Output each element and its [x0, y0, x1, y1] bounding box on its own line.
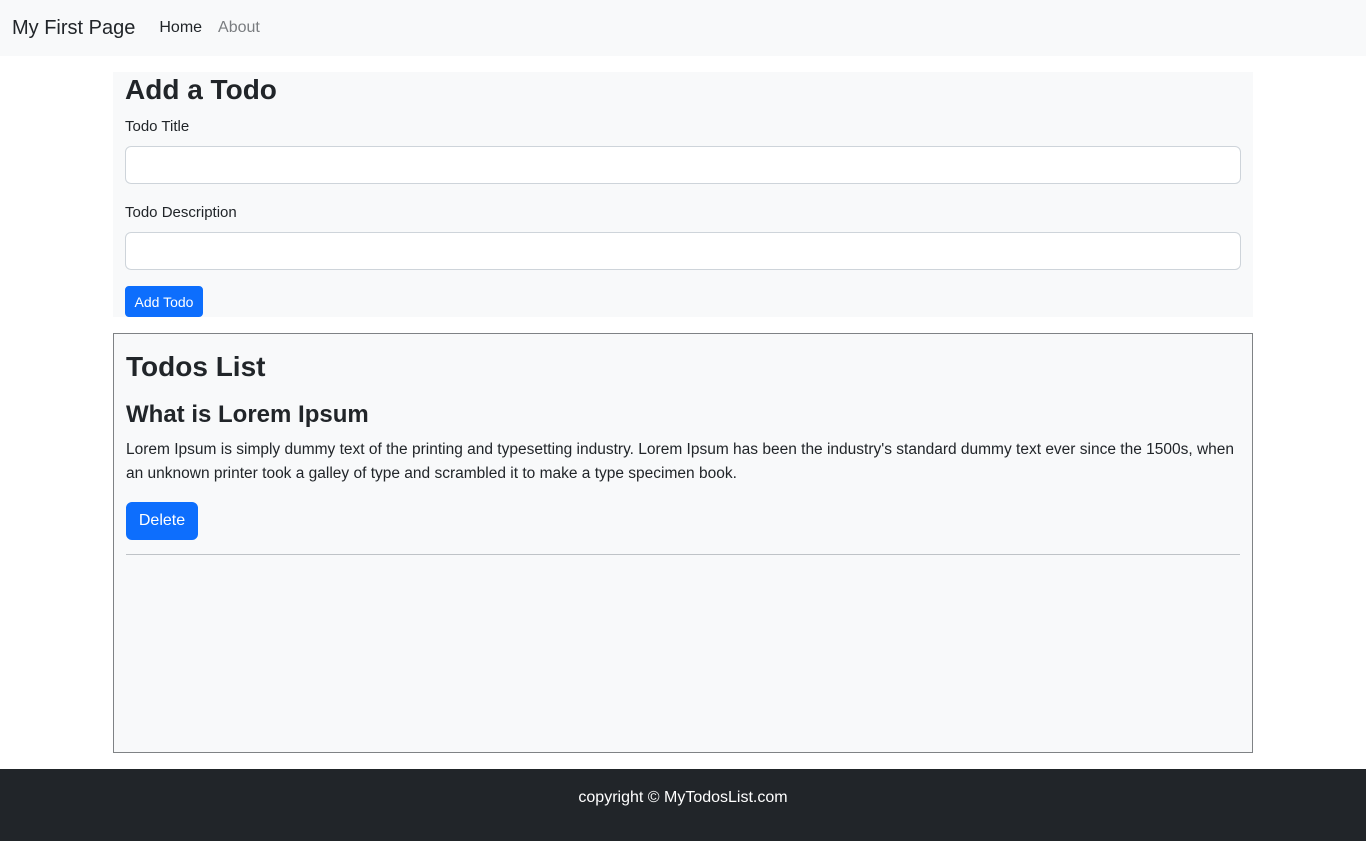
footer-copyright: copyright © MyTodosList.com [578, 789, 788, 806]
footer: copyright © MyTodosList.com [0, 769, 1366, 841]
navbar-brand[interactable]: My First Page [12, 17, 135, 40]
add-todo-heading: Add a Todo [125, 74, 277, 105]
todo-description-input[interactable] [125, 232, 1241, 270]
delete-button[interactable]: Delete [126, 502, 198, 540]
todo-divider [126, 554, 1240, 555]
add-todo-button[interactable]: Add Todo [125, 286, 203, 317]
todos-list-panel: Todos List What is Lorem Ipsum Lorem Ips… [113, 333, 1253, 753]
todo-item-title: What is Lorem Ipsum [126, 401, 369, 428]
todo-title-label: Todo Title [125, 118, 190, 135]
add-todo-form: Add a Todo Todo Title Todo Description A… [113, 72, 1253, 317]
nav-link-home[interactable]: Home [159, 19, 202, 37]
todo-item: What is Lorem Ipsum Lorem Ipsum is simpl… [126, 400, 1240, 540]
todos-list-heading: Todos List [126, 351, 266, 382]
navbar: My First Page Home About [0, 0, 1366, 56]
todo-description-label: Todo Description [125, 204, 237, 221]
todo-title-input[interactable] [125, 146, 1241, 184]
nav-link-about[interactable]: About [218, 19, 260, 37]
todo-item-description: Lorem Ipsum is simply dummy text of the … [126, 441, 1235, 482]
